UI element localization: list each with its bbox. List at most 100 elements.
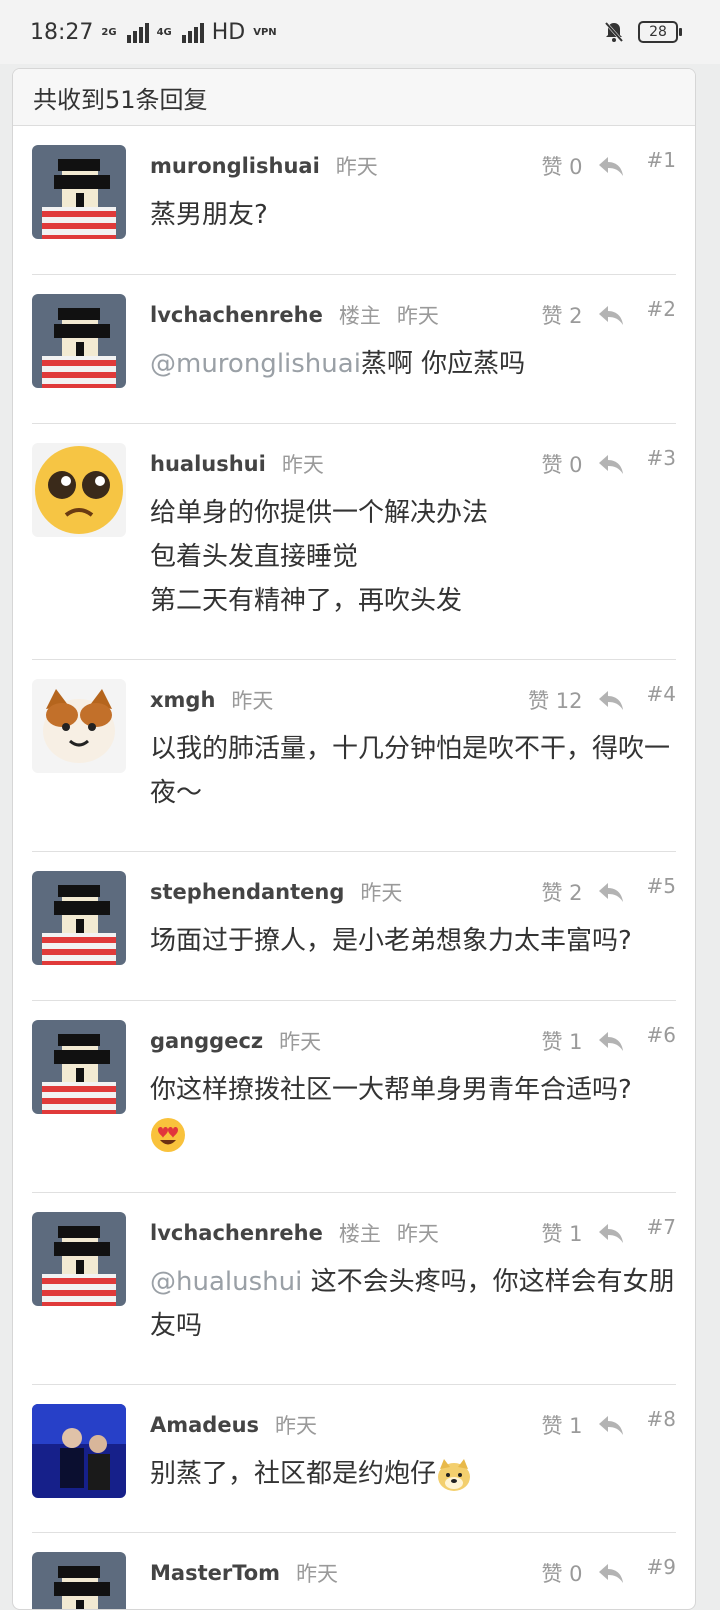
like-button[interactable]: 赞 0 xyxy=(541,151,582,181)
avatar[interactable] xyxy=(32,443,126,537)
floor-number: #9 xyxy=(646,1555,676,1579)
vpn-label: VPN xyxy=(253,26,277,38)
comment-text: 蒸男朋友? xyxy=(150,200,268,230)
mention-link[interactable]: @muronglishuai xyxy=(150,349,361,379)
comment-meta: hualushui 昨天 赞 0 #3 xyxy=(150,446,676,479)
comment-text: 你这样撩拨社区一大帮单身男青年合适吗? xyxy=(150,1075,632,1105)
comment-body: 蒸男朋友? xyxy=(150,193,676,237)
avatar[interactable] xyxy=(32,871,126,965)
comment-item[interactable]: hualushui 昨天 赞 0 #3 给单身的你提供一个解决办法 包着头发直接睡觉 第… xyxy=(32,423,676,660)
reply-icon[interactable] xyxy=(597,1029,625,1053)
avatar[interactable] xyxy=(32,1020,126,1114)
reply-icon[interactable] xyxy=(597,688,625,712)
username[interactable]: muronglishuai xyxy=(150,154,320,178)
comment-item[interactable]: MasterTom 昨天 赞 0 #9 xyxy=(32,1532,676,1609)
comment-item[interactable]: xmgh 昨天 赞 12 #4 以我的肺活量，十几分钟怕是吹不干，得吹一夜～ xyxy=(32,659,676,852)
timestamp: 昨天 xyxy=(279,1030,322,1054)
comment-actions: 赞 1 #8 xyxy=(541,1407,676,1440)
replies-header: 共收到51条回复 xyxy=(13,69,695,126)
floor-number: #3 xyxy=(646,446,676,470)
comment-meta: muronglishuai 昨天 赞 0 #1 xyxy=(150,148,676,181)
comment-item[interactable]: lvchachenrehe 楼主 昨天 赞 2 #2 @muronglishuai蒸啊 你… xyxy=(32,274,676,424)
timestamp: 昨天 xyxy=(396,304,439,328)
avatar[interactable] xyxy=(32,294,126,388)
comment-text: 场面过于撩人，是小老弟想象力太丰富吗? xyxy=(150,926,632,956)
floor-number: #7 xyxy=(646,1215,676,1239)
timestamp: 昨天 xyxy=(281,453,324,477)
comment-text: 别蒸了，社区都是约炮仔 xyxy=(150,1459,437,1489)
username[interactable]: Amadeus xyxy=(150,1413,259,1437)
replies-card: 共收到51条回复 muronglishuai 昨天 赞 0 #1 蒸男朋友? lvchac… xyxy=(12,68,696,1610)
comment-item[interactable]: lvchachenrehe 楼主 昨天 赞 1 #7 @hualushui 这不会头疼吗，… xyxy=(32,1192,676,1385)
comment-text: 给单身的你提供一个解决办法 包着头发直接睡觉 第二天有精神了，再吹头发 xyxy=(150,498,489,616)
comment-actions: 赞 1 #7 xyxy=(541,1215,676,1248)
comment-item[interactable]: stephendanteng 昨天 赞 2 #5 场面过于撩人，是小老弟想象力太丰富吗? xyxy=(32,851,676,1001)
doge-emoji xyxy=(436,1458,472,1491)
status-bar: 18:27 2G 4G HD VPN 28 xyxy=(0,0,720,64)
like-button[interactable]: 赞 0 xyxy=(541,449,582,479)
op-tag: 楼主 xyxy=(338,304,381,328)
avatar[interactable] xyxy=(32,1212,126,1306)
op-tag: 楼主 xyxy=(338,1222,381,1246)
comment-item[interactable]: ganggecz 昨天 赞 1 #6 你这样撩拨社区一大帮单身男青年合适吗? xyxy=(32,1000,676,1193)
comment-actions: 赞 1 #6 xyxy=(541,1023,676,1056)
comment-item[interactable]: Amadeus 昨天 赞 1 #8 别蒸了，社区都是约炮仔 xyxy=(32,1384,676,1533)
comment-meta: stephendanteng 昨天 赞 2 #5 xyxy=(150,874,676,907)
reply-icon[interactable] xyxy=(597,1413,625,1437)
reply-icon[interactable] xyxy=(597,154,625,178)
like-button[interactable]: 赞 1 xyxy=(541,1026,582,1056)
reply-icon[interactable] xyxy=(597,303,625,327)
timestamp: 昨天 xyxy=(296,1562,339,1586)
like-button[interactable]: 赞 1 xyxy=(541,1218,582,1248)
comment-body: 别蒸了，社区都是约炮仔 xyxy=(150,1452,676,1496)
like-button[interactable]: 赞 1 xyxy=(541,1410,582,1440)
reply-icon[interactable] xyxy=(597,880,625,904)
avatar[interactable] xyxy=(32,679,126,773)
like-button[interactable]: 赞 2 xyxy=(541,877,582,907)
floor-number: #8 xyxy=(646,1407,676,1431)
comment-actions: 赞 2 #2 xyxy=(541,297,676,330)
timestamp: 昨天 xyxy=(335,155,378,179)
username[interactable]: lvchachenrehe xyxy=(150,303,323,327)
comment-actions: 赞 0 #1 xyxy=(541,148,676,181)
username[interactable]: lvchachenrehe xyxy=(150,1221,323,1245)
comment-text: 以我的肺活量，十几分钟怕是吹不干，得吹一夜～ xyxy=(150,734,671,808)
comment-meta: MasterTom 昨天 赞 0 #9 xyxy=(150,1555,676,1588)
username[interactable]: MasterTom xyxy=(150,1561,280,1585)
comment-body: 场面过于撩人，是小老弟想象力太丰富吗? xyxy=(150,919,676,963)
like-button[interactable]: 赞 0 xyxy=(541,1558,582,1588)
avatar[interactable] xyxy=(32,1552,126,1609)
like-button[interactable]: 赞 2 xyxy=(541,300,582,330)
comment-body: @hualushui 这不会头疼吗，你这样会有女朋友吗 xyxy=(150,1260,676,1348)
network-2g-label: 2G xyxy=(101,26,117,38)
comment-meta: Amadeus 昨天 赞 1 #8 xyxy=(150,1407,676,1440)
signal-icon-2 xyxy=(181,22,204,43)
like-button[interactable]: 赞 12 xyxy=(528,685,582,715)
comment-meta: xmgh 昨天 赞 12 #4 xyxy=(150,682,676,715)
reply-icon[interactable] xyxy=(597,1221,625,1245)
username[interactable]: xmgh xyxy=(150,688,215,712)
username[interactable]: stephendanteng xyxy=(150,880,344,904)
mention-link[interactable]: @hualushui xyxy=(150,1267,302,1297)
reply-icon[interactable] xyxy=(597,452,625,476)
clock: 18:27 xyxy=(30,20,94,45)
comment-item[interactable]: muronglishuai 昨天 赞 0 #1 蒸男朋友? xyxy=(32,125,676,275)
username[interactable]: ganggecz xyxy=(150,1029,263,1053)
avatar[interactable] xyxy=(32,145,126,239)
comment-meta: lvchachenrehe 楼主 昨天 赞 1 #7 xyxy=(150,1215,676,1248)
reply-icon[interactable] xyxy=(597,1561,625,1585)
floor-number: #2 xyxy=(646,297,676,321)
floor-number: #5 xyxy=(646,874,676,898)
comment-actions: 赞 2 #5 xyxy=(541,874,676,907)
comment-meta: lvchachenrehe 楼主 昨天 赞 2 #2 xyxy=(150,297,676,330)
mute-bell-icon xyxy=(604,22,624,42)
avatar[interactable] xyxy=(32,1404,126,1498)
comment-actions: 赞 12 #4 xyxy=(528,682,676,715)
battery-level: 28 xyxy=(649,24,667,40)
username[interactable]: hualushui xyxy=(150,452,266,476)
comment-body: 以我的肺活量，十几分钟怕是吹不干，得吹一夜～ xyxy=(150,727,676,815)
battery-icon: 28 xyxy=(638,21,682,43)
timestamp: 昨天 xyxy=(396,1222,439,1246)
comment-text: 蒸啊 你应蒸吗 xyxy=(360,349,526,379)
comment-meta: ganggecz 昨天 赞 1 #6 xyxy=(150,1023,676,1056)
